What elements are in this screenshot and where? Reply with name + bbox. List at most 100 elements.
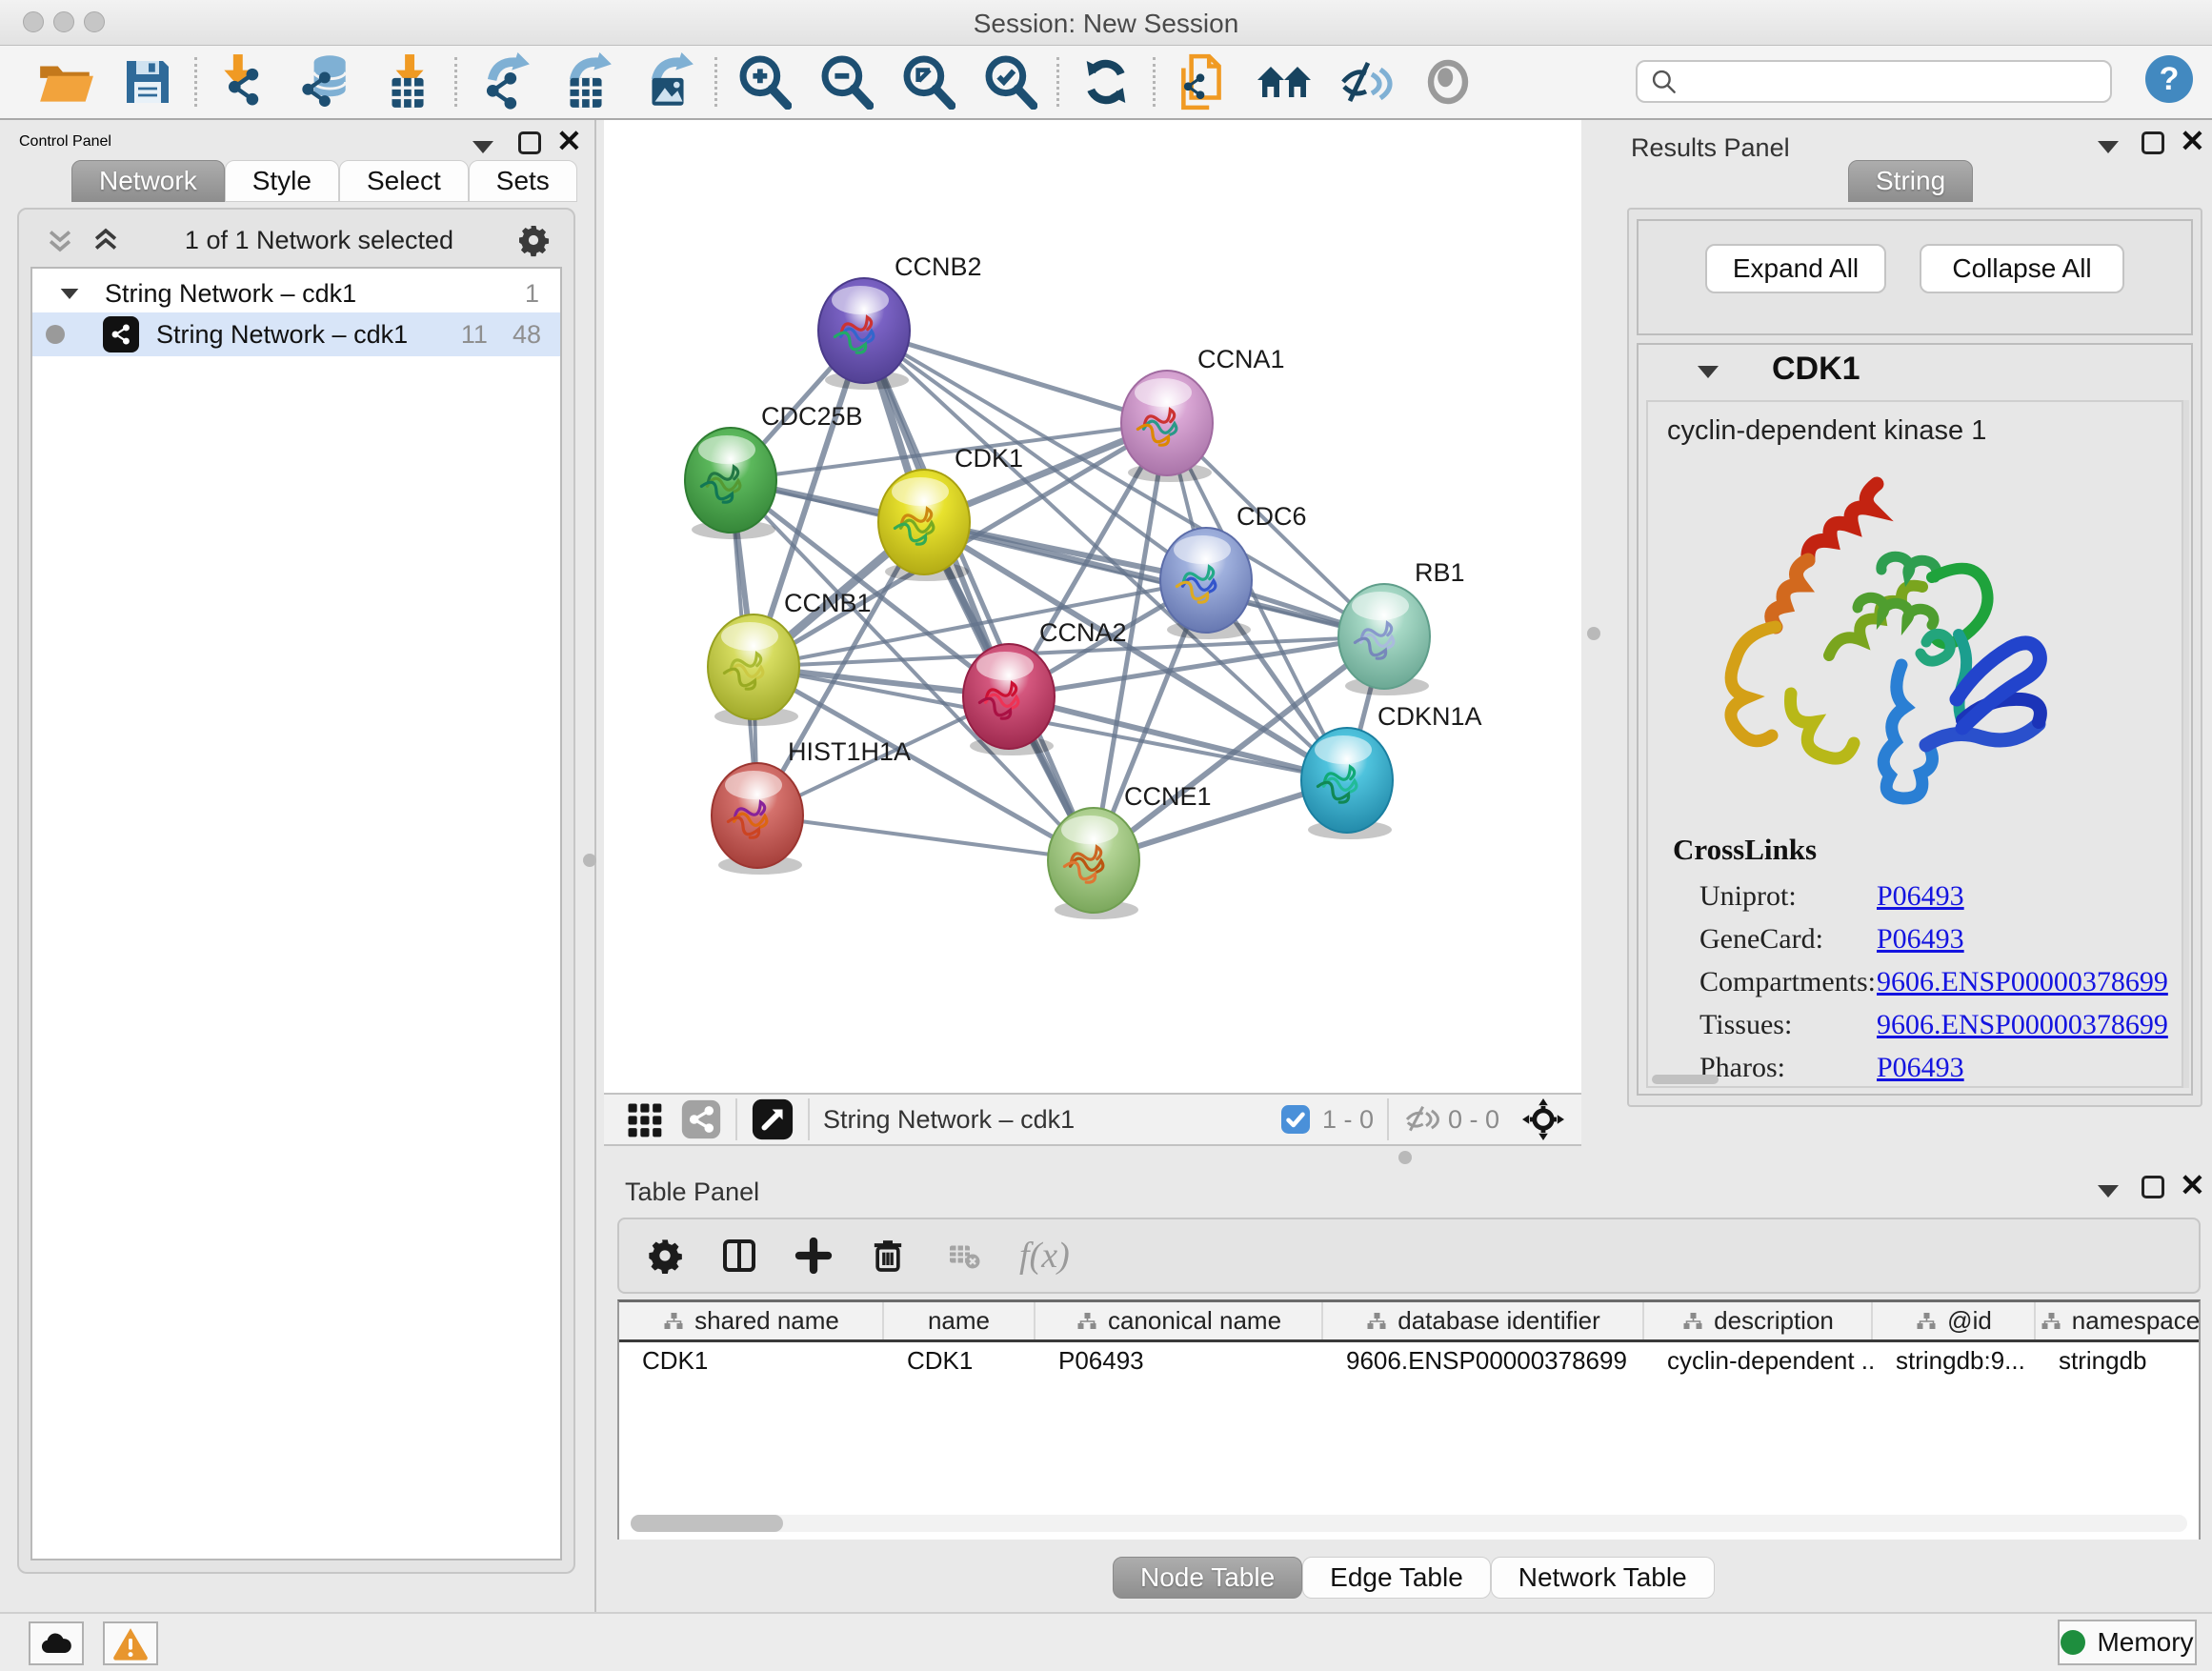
tab-node-table[interactable]: Node Table [1113,1557,1302,1599]
warning-button[interactable] [103,1621,158,1665]
edge-CCNB2-CCNA1[interactable] [864,331,1167,423]
table-cell[interactable]: 9606.ENSP00000378699 [1323,1342,1644,1382]
zoom-selected-icon[interactable] [969,51,1051,112]
tab-sets[interactable]: Sets [469,160,577,202]
crosslink-value-link[interactable]: P06493 [1877,880,1964,913]
import-table-icon[interactable] [367,51,449,112]
refresh-icon[interactable] [1065,51,1147,112]
zoom-out-icon[interactable] [805,51,887,112]
selected-checkbox-icon[interactable] [1278,1102,1313,1137]
collapse-table-icon[interactable] [2098,1185,2119,1198]
table-row[interactable]: CDK1CDK1P064939606.ENSP00000378699cyclin… [619,1342,2199,1382]
close-panel-icon[interactable]: ✕ [556,130,582,152]
column-header-description[interactable]: description [1644,1302,1873,1339]
edge-CCNB2-CCNE1[interactable] [864,331,1094,860]
table-cell[interactable]: stringdb [2036,1342,2201,1382]
crosslink-label: GeneCard: [1699,923,1877,956]
network-options-gear-icon[interactable] [516,223,551,257]
open-session-icon[interactable] [25,51,107,112]
float-panel-icon[interactable] [518,131,541,154]
left-splitter-grip[interactable] [583,854,596,867]
table-cell[interactable]: CDK1 [884,1342,1036,1382]
collapse-all-networks-icon[interactable] [44,224,76,256]
view-share-icon[interactable] [680,1098,722,1140]
close-table-icon[interactable]: ✕ [2180,1174,2205,1197]
tab-network-table[interactable]: Network Table [1491,1557,1715,1599]
node-CDK1[interactable]: CDK1 [878,444,1023,581]
right-splitter-grip[interactable] [1587,627,1600,640]
tab-select[interactable]: Select [339,160,469,202]
hide-eye-icon[interactable] [1325,51,1407,112]
export-image-icon[interactable] [627,51,709,112]
crosslink-value-link[interactable]: P06493 [1877,923,1964,956]
column-header-shared-name[interactable]: shared name [619,1302,884,1339]
crosslink-value-link[interactable]: 9606.ENSP00000378699 [1877,966,2168,998]
float-results-icon[interactable] [2142,131,2164,154]
fit-content-crosshair-icon[interactable] [1520,1097,1566,1142]
save-session-icon[interactable] [107,51,189,112]
birdseye-view-icon[interactable] [751,1097,794,1141]
bottom-splitter-grip[interactable] [1398,1151,1412,1164]
export-table-icon[interactable] [545,51,627,112]
zoom-fit-icon[interactable] [887,51,969,112]
import-database-icon[interactable] [285,51,367,112]
close-results-icon[interactable]: ✕ [2180,130,2205,152]
column-header-namespace[interactable]: namespace [2036,1302,2201,1339]
network-document-icon[interactable] [1161,51,1243,112]
import-network-icon[interactable] [203,51,285,112]
export-network-icon[interactable] [463,51,545,112]
crosslink-value-link[interactable]: 9606.ENSP00000378699 [1877,1009,2168,1041]
crosslink-value-link[interactable]: P06493 [1877,1052,1964,1084]
create-column-plus-icon[interactable] [794,1237,833,1275]
cloud-button[interactable] [29,1621,84,1665]
birdseye-home-icon[interactable] [1243,51,1325,112]
collapse-panel-icon[interactable] [473,141,493,153]
protein-structure-image [1677,455,2058,836]
node-CCNA1[interactable]: CCNA1 [1121,345,1285,482]
table-hscrollbar-thumb[interactable] [631,1515,783,1532]
table-settings-gear-icon[interactable] [646,1237,684,1275]
expand-all-networks-icon[interactable] [90,224,122,256]
collapse-results-icon[interactable] [2098,141,2119,153]
table-hscrollbar-track[interactable] [631,1515,2187,1532]
search-input[interactable] [1689,67,2099,96]
node-CCNE1[interactable]: CCNE1 [1048,782,1212,919]
show-columns-icon[interactable] [720,1237,758,1275]
table-cell[interactable]: P06493 [1036,1342,1323,1382]
delete-column-trash-icon[interactable] [869,1237,907,1275]
node-CDC6[interactable]: CDC6 [1160,502,1307,639]
table-cell[interactable]: cyclin-dependent ... [1644,1342,1873,1382]
results-tab-string[interactable]: String [1848,160,1973,202]
zoom-in-icon[interactable] [723,51,805,112]
view-grid-icon[interactable] [623,1098,665,1140]
search-field[interactable] [1636,60,2112,103]
show-eye-icon[interactable] [1407,51,1489,112]
tab-style[interactable]: Style [225,160,339,202]
cdk1-collapse-icon[interactable] [1698,366,1719,378]
network-row-selected[interactable]: String Network – cdk1 11 48 [32,312,560,356]
network-canvas[interactable]: CCNB2CCNA1CDC25BCDK1CDC6RB1CCNB1CCNA2CDK… [604,120,1581,1093]
network-collection-row[interactable]: String Network – cdk1 1 [32,269,560,312]
column-header-name[interactable]: name [884,1302,1036,1339]
table-cell[interactable]: stringdb:9... [1873,1342,2036,1382]
tree-expand-icon[interactable] [61,288,79,298]
column-header-database-identifier[interactable]: database identifier [1323,1302,1644,1339]
node-RB1[interactable]: RB1 [1338,558,1465,695]
float-table-icon[interactable] [2142,1176,2164,1198]
memory-button[interactable]: Memory [2058,1620,2197,1665]
node-HIST1H1A[interactable]: HIST1H1A [712,737,911,875]
results-vscrollbar[interactable] [2183,400,2189,1088]
column-header--id[interactable]: @id [1873,1302,2036,1339]
node-CDKN1A[interactable]: CDKN1A [1301,702,1482,839]
expand-all-button[interactable]: Expand All [1705,244,1886,293]
results-hscrollbar[interactable] [1652,1075,1719,1084]
collapse-all-button[interactable]: Collapse All [1920,244,2124,293]
edge-HIST1H1A-CCNE1[interactable] [757,815,1094,860]
node-CCNB2[interactable]: CCNB2 [818,252,982,390]
tab-network[interactable]: Network [71,160,225,202]
tab-edge-table[interactable]: Edge Table [1302,1557,1491,1599]
column-header-canonical-name[interactable]: canonical name [1036,1302,1323,1339]
table-cell[interactable]: CDK1 [619,1342,884,1382]
help-button[interactable]: ? [2145,55,2193,103]
node-CDC25B[interactable]: CDC25B [685,402,863,539]
